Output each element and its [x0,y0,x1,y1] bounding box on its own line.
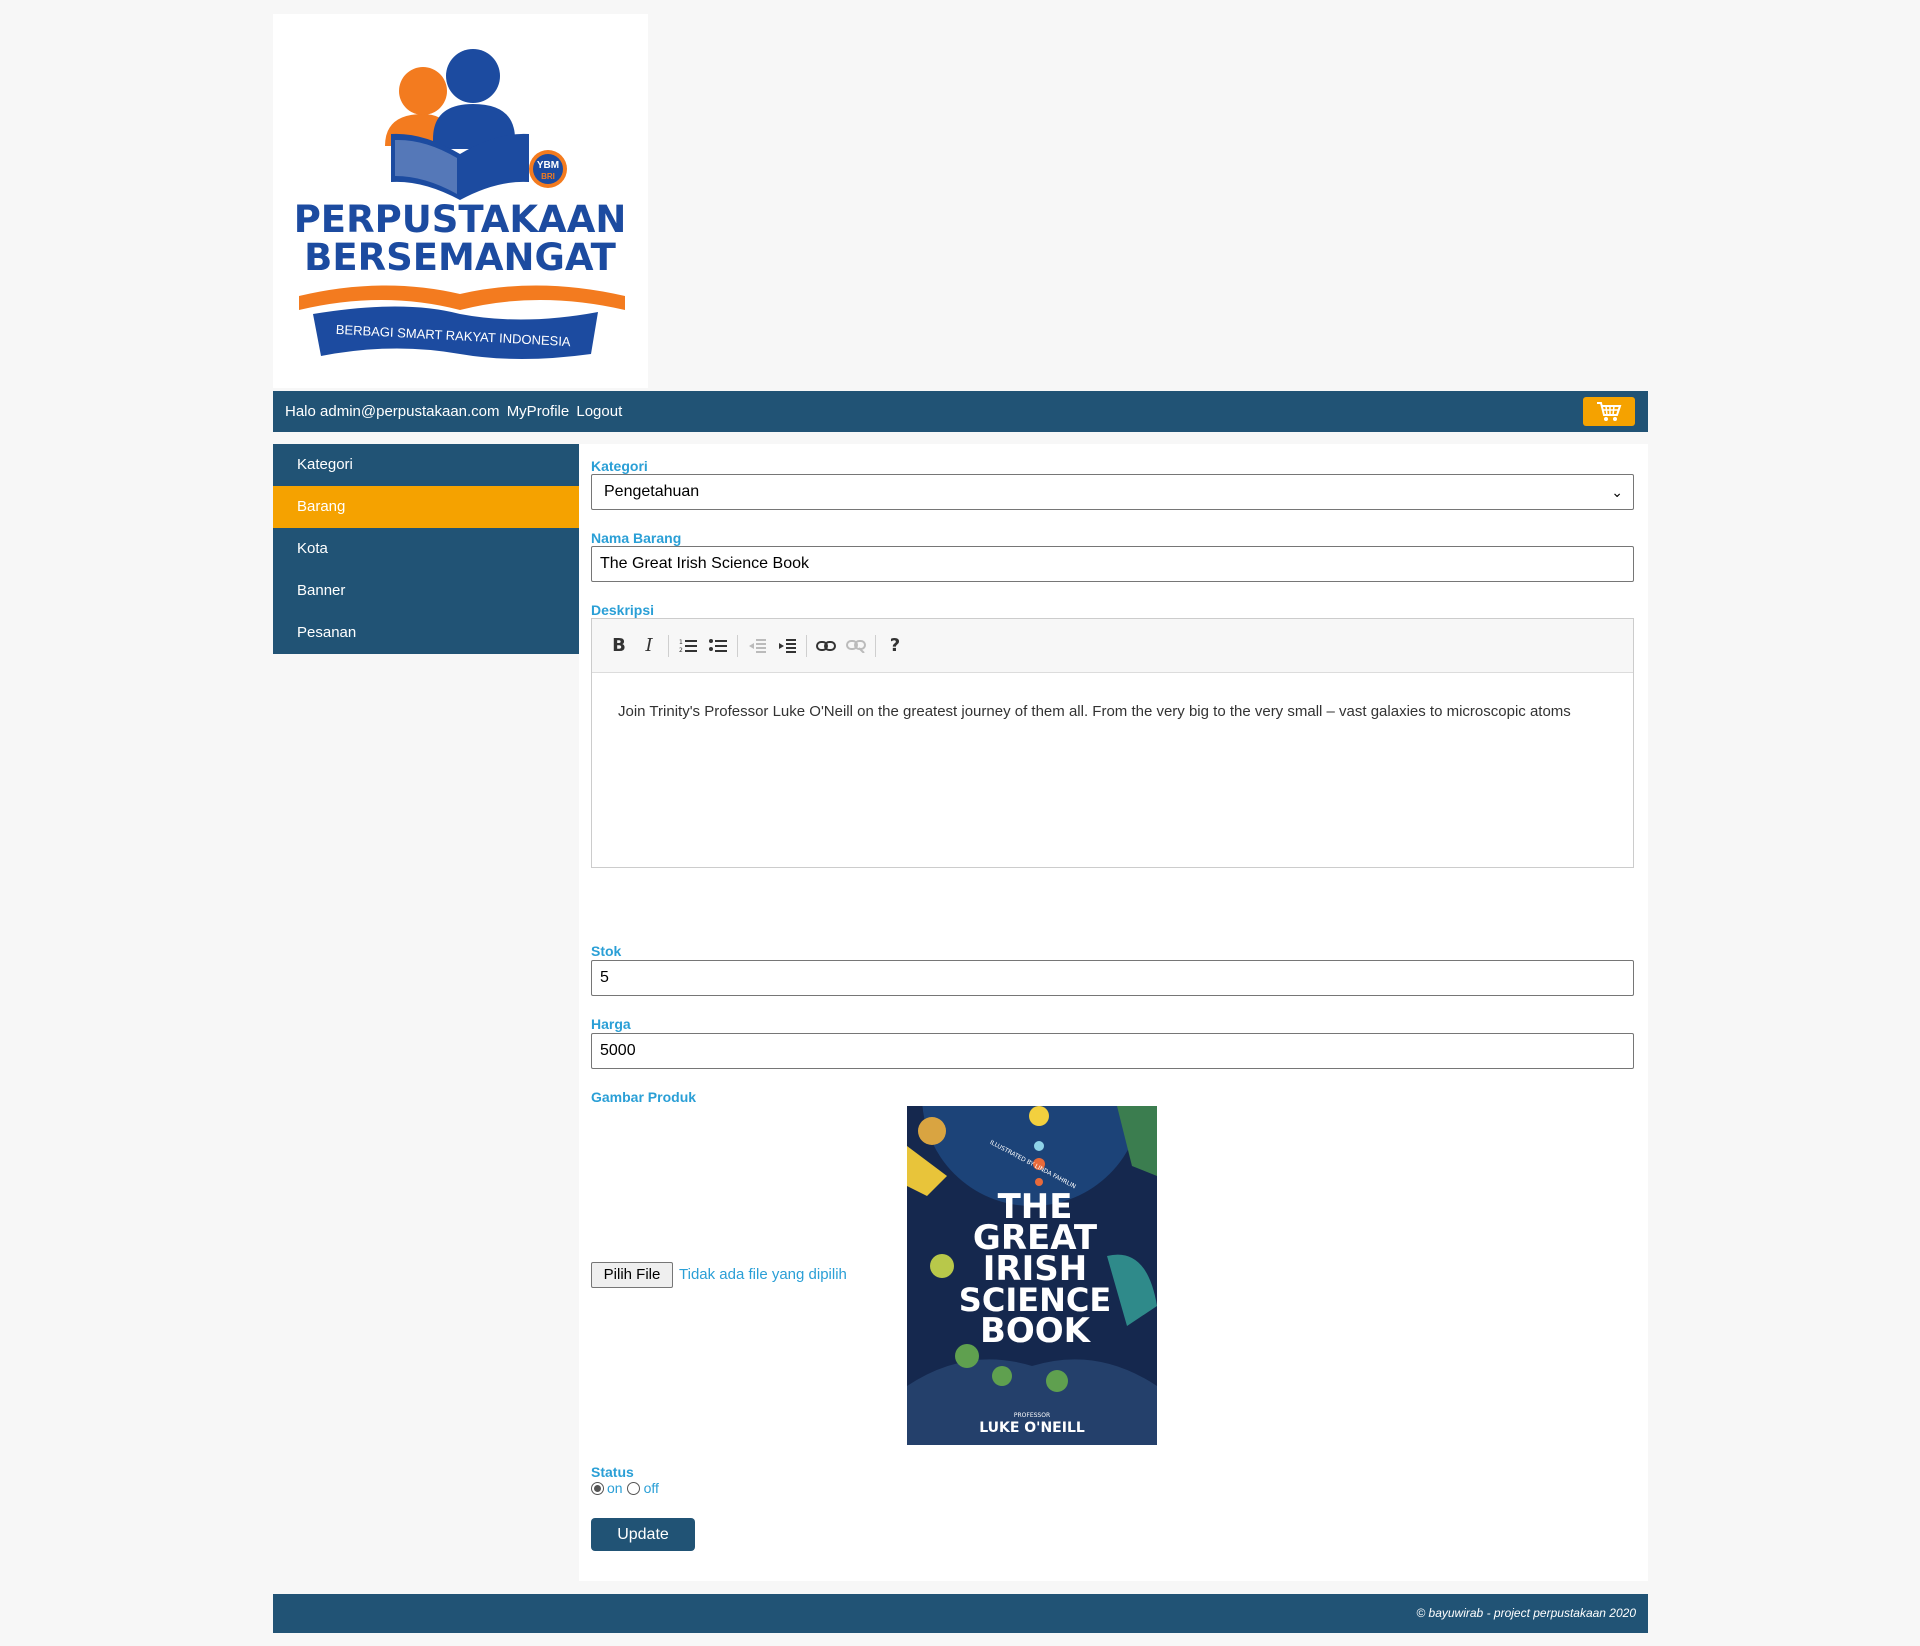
italic-icon[interactable]: I [634,631,664,661]
stok-input[interactable]: 5 [591,960,1634,996]
unordered-list-icon[interactable] [703,631,733,661]
help-icon[interactable]: ? [880,631,910,661]
status-off-label: off [643,1480,659,1496]
cover-author: LUKE O'NEILL [979,1420,1085,1436]
status-on-label: on [607,1480,623,1496]
cover-author-prefix: PROFESSOR [1014,1412,1050,1419]
product-cover-image: THE GREAT IRISH SCIENCE BOOK PROFESSOR L… [907,1106,1157,1445]
harga-input[interactable]: 5000 [591,1033,1634,1069]
sidebar-item-barang[interactable]: Barang [273,486,579,528]
harga-label: Harga [591,1016,631,1032]
footer: © bayuwirab - project perpustakaan 2020 [273,1594,1648,1633]
gambar-produk-label: Gambar Produk [591,1089,697,1105]
deskripsi-label: Deskripsi [591,602,655,618]
logo-line2: BERSEMANGAT [304,236,616,279]
ordered-list-icon[interactable]: 12 [673,631,703,661]
deskripsi-editor: B I 12 ? Join Trinity's Professor Luke O… [591,618,1634,868]
cart-button[interactable] [1583,397,1635,426]
edit-product-form: Kategori Pengetahuan ⌄ Nama Barang The G… [579,444,1648,1581]
nama-barang-input[interactable]: The Great Irish Science Book [591,546,1634,582]
site-logo: YBM BRI PERPUSTAKAAN BERSEMANGAT BERBAGI… [273,14,648,388]
unlink-icon[interactable] [841,631,871,661]
kategori-select[interactable]: Pengetahuan ⌄ [591,474,1634,510]
deskripsi-text[interactable]: Join Trinity's Professor Luke O'Neill on… [592,673,1633,751]
myprofile-link[interactable]: MyProfile [507,403,570,420]
logo-badge-top: YBM [537,160,559,171]
shopping-cart-icon [1597,401,1622,421]
sidebar-menu: Kategori Barang Kota Banner Pesanan [273,444,579,654]
footer-text: © bayuwirab - project perpustakaan 2020 [1416,1606,1636,1620]
nama-barang-label: Nama Barang [591,530,682,546]
logo-badge-bottom: BRI [541,172,555,181]
stok-label: Stok [591,943,622,959]
top-navbar: Halo admin@perpustakaan.com MyProfile Lo… [273,391,1648,432]
status-on-radio[interactable] [591,1481,604,1495]
svg-text:1: 1 [679,639,683,646]
sidebar-item-kategori[interactable]: Kategori [273,444,579,486]
editor-toolbar: B I 12 ? [592,619,1633,673]
choose-file-button[interactable]: Pilih File [591,1262,673,1288]
link-icon[interactable] [811,631,841,661]
status-radio-group: on off [591,1480,659,1496]
svg-text:2: 2 [679,647,683,654]
outdent-icon[interactable] [742,631,772,661]
status-off-radio[interactable] [626,1481,640,1495]
greeting-text: Halo admin@perpustakaan.com [285,403,500,420]
kategori-value: Pengetahuan [604,483,700,500]
status-label: Status [591,1464,634,1480]
logo-line1: PERPUSTAKAAN [294,198,627,241]
sidebar-item-kota[interactable]: Kota [273,528,579,570]
cover-title-line: BOOK [980,1311,1092,1351]
sidebar-item-pesanan[interactable]: Pesanan [273,612,579,654]
logout-link[interactable]: Logout [576,403,622,420]
kategori-label: Kategori [591,458,648,474]
update-button[interactable]: Update [591,1518,695,1551]
sidebar-item-banner[interactable]: Banner [273,570,579,612]
no-file-text: Tidak ada file yang dipilih [679,1266,847,1283]
chevron-down-icon: ⌄ [1611,484,1623,500]
indent-icon[interactable] [772,631,802,661]
bold-icon[interactable]: B [604,631,634,661]
